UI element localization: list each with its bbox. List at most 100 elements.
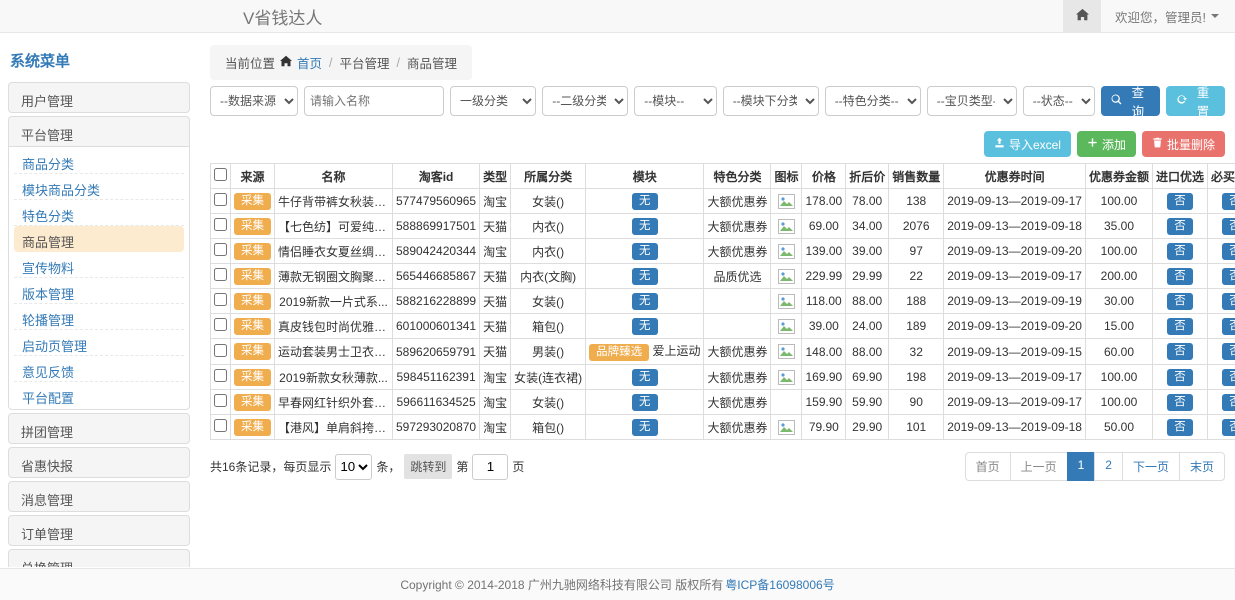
sidebar-item[interactable]: 意见反馈 [14, 356, 184, 382]
page-button[interactable]: 上一页 [1010, 452, 1068, 481]
sidebar-item[interactable]: 商品管理 [14, 226, 184, 252]
module-sub-select[interactable]: --模块下分类-- [723, 86, 819, 116]
module-select[interactable]: --模块-- [634, 86, 716, 116]
module-badge[interactable]: 无 [632, 369, 658, 386]
row-checkbox[interactable] [214, 268, 227, 281]
select-all-checkbox[interactable] [214, 168, 227, 181]
row-checkbox[interactable] [214, 243, 227, 256]
breadcrumb-home-link[interactable]: 首页 [297, 53, 322, 72]
sidebar-title: 系统菜单 [8, 46, 190, 79]
icp-link[interactable]: 粤ICP备16098006号 [725, 576, 834, 593]
page-button[interactable]: 首页 [965, 452, 1011, 481]
module-badge[interactable]: 无 [632, 318, 658, 335]
must-buy-badge[interactable]: 否 [1222, 268, 1235, 285]
import-select-badge[interactable]: 否 [1167, 218, 1193, 235]
data-source-select[interactable]: --数据来源-- [210, 86, 298, 116]
row-checkbox[interactable] [214, 218, 227, 231]
breadcrumb-prefix: 当前位置 [225, 53, 275, 72]
module-badge[interactable]: 无 [632, 419, 658, 436]
page-button[interactable]: 末页 [1179, 452, 1225, 481]
must-buy-badge[interactable]: 否 [1222, 193, 1235, 210]
module-badge[interactable]: 无 [632, 218, 658, 235]
must-buy-badge[interactable]: 否 [1222, 394, 1235, 411]
reset-button[interactable]: 重置 [1166, 86, 1225, 116]
sidebar-group[interactable]: 用户管理 [8, 82, 190, 113]
sidebar-item[interactable]: 启动页管理 [14, 330, 184, 356]
name-search-input[interactable] [304, 86, 444, 116]
row-checkbox[interactable] [214, 369, 227, 382]
import-select-badge[interactable]: 否 [1167, 193, 1193, 210]
import-select-badge[interactable]: 否 [1167, 419, 1193, 436]
import-select-badge[interactable]: 否 [1167, 243, 1193, 260]
trash-icon [1152, 137, 1163, 151]
row-checkbox[interactable] [214, 394, 227, 407]
row-checkbox[interactable] [214, 344, 227, 357]
feature-category-select[interactable]: --特色分类-- [825, 86, 921, 116]
import-select-badge[interactable]: 否 [1167, 369, 1193, 386]
import-select-badge[interactable]: 否 [1167, 293, 1193, 310]
source-badge: 采集 [234, 243, 271, 260]
module-badge[interactable]: 品牌臻选 [589, 344, 649, 361]
row-checkbox[interactable] [214, 293, 227, 306]
sidebar-group[interactable]: 平台管理 [8, 116, 190, 147]
sidebar-group[interactable]: 订单管理 [8, 515, 190, 546]
import-select-badge[interactable]: 否 [1167, 318, 1193, 335]
sidebar-group[interactable]: 拼团管理 [8, 413, 190, 444]
batch-delete-button[interactable]: 批量删除 [1142, 131, 1225, 157]
taoke-id: 588216228899 [393, 289, 480, 314]
user-menu[interactable]: 欢迎您，管理员! [1101, 7, 1235, 26]
level2-category-select[interactable]: --二级分类-- [542, 86, 628, 116]
must-buy-badge[interactable]: 否 [1222, 293, 1235, 310]
sidebar-item[interactable]: 版本管理 [14, 278, 184, 304]
sidebar-item[interactable]: 特色分类 [14, 200, 184, 226]
module-badge[interactable]: 无 [632, 193, 658, 210]
baby-type-select[interactable]: --宝贝类型-- [927, 86, 1017, 116]
must-buy-badge[interactable]: 否 [1222, 218, 1235, 235]
source-badge: 采集 [234, 193, 271, 210]
add-button[interactable]: 添加 [1077, 131, 1136, 157]
table-row: 采集 运动套装男士卫衣初秋... 589620659791 天猫 男装() 品牌… [211, 339, 1235, 365]
coupon-time: 2019-09-13—2019-09-18 [944, 415, 1086, 440]
sidebar-item[interactable]: 轮播管理 [14, 304, 184, 330]
page-button[interactable]: 下一页 [1122, 452, 1180, 481]
per-page-select[interactable]: 10 [335, 454, 372, 480]
product-name: 2019新款女秋薄款... [275, 365, 393, 390]
product-type: 天猫 [480, 339, 511, 365]
table-row: 采集 2019新款女秋薄款... 598451162391 淘宝 女装(连衣裙)… [211, 365, 1235, 390]
page-button[interactable]: 1 [1067, 452, 1096, 481]
level1-category-select[interactable]: 一级分类 [450, 86, 536, 116]
row-checkbox[interactable] [214, 193, 227, 206]
product-thumbnail-icon [778, 370, 795, 385]
module-badge[interactable]: 无 [632, 268, 658, 285]
sidebar-group[interactable]: 省惠快报 [8, 447, 190, 478]
home-button[interactable] [1063, 0, 1101, 32]
search-button[interactable]: 查询 [1101, 86, 1160, 116]
discount-price: 24.00 [846, 314, 889, 339]
sidebar-item[interactable]: 模块商品分类 [14, 174, 184, 200]
import-select-badge[interactable]: 否 [1167, 268, 1193, 285]
jump-button[interactable]: 跳转到 [404, 454, 452, 479]
page-number-input[interactable] [472, 454, 508, 480]
must-buy-badge[interactable]: 否 [1222, 419, 1235, 436]
module-badge[interactable]: 无 [632, 243, 658, 260]
row-checkbox[interactable] [214, 318, 227, 331]
sidebar-group[interactable]: 兑换管理 [8, 549, 190, 567]
must-buy-badge[interactable]: 否 [1222, 318, 1235, 335]
row-checkbox[interactable] [214, 419, 227, 432]
sidebar-item[interactable]: 商品分类 [14, 148, 184, 174]
page-button[interactable]: 2 [1094, 452, 1123, 481]
import-excel-button[interactable]: 导入excel [984, 131, 1071, 157]
sidebar-group[interactable]: 消息管理 [8, 481, 190, 512]
module-badge[interactable]: 无 [632, 394, 658, 411]
must-buy-badge[interactable]: 否 [1222, 343, 1235, 360]
product-type: 天猫 [480, 289, 511, 314]
sidebar-item[interactable]: 平台配置 [14, 382, 184, 408]
status-select[interactable]: --状态-- [1023, 86, 1095, 116]
module-badge[interactable]: 无 [632, 293, 658, 310]
must-buy-badge[interactable]: 否 [1222, 243, 1235, 260]
filter-bar: --数据来源-- 一级分类 --二级分类-- --模块-- --模块下分类-- … [210, 86, 1225, 116]
import-select-badge[interactable]: 否 [1167, 343, 1193, 360]
sidebar-item[interactable]: 宣传物料 [14, 252, 184, 278]
must-buy-badge[interactable]: 否 [1222, 369, 1235, 386]
import-select-badge[interactable]: 否 [1167, 394, 1193, 411]
